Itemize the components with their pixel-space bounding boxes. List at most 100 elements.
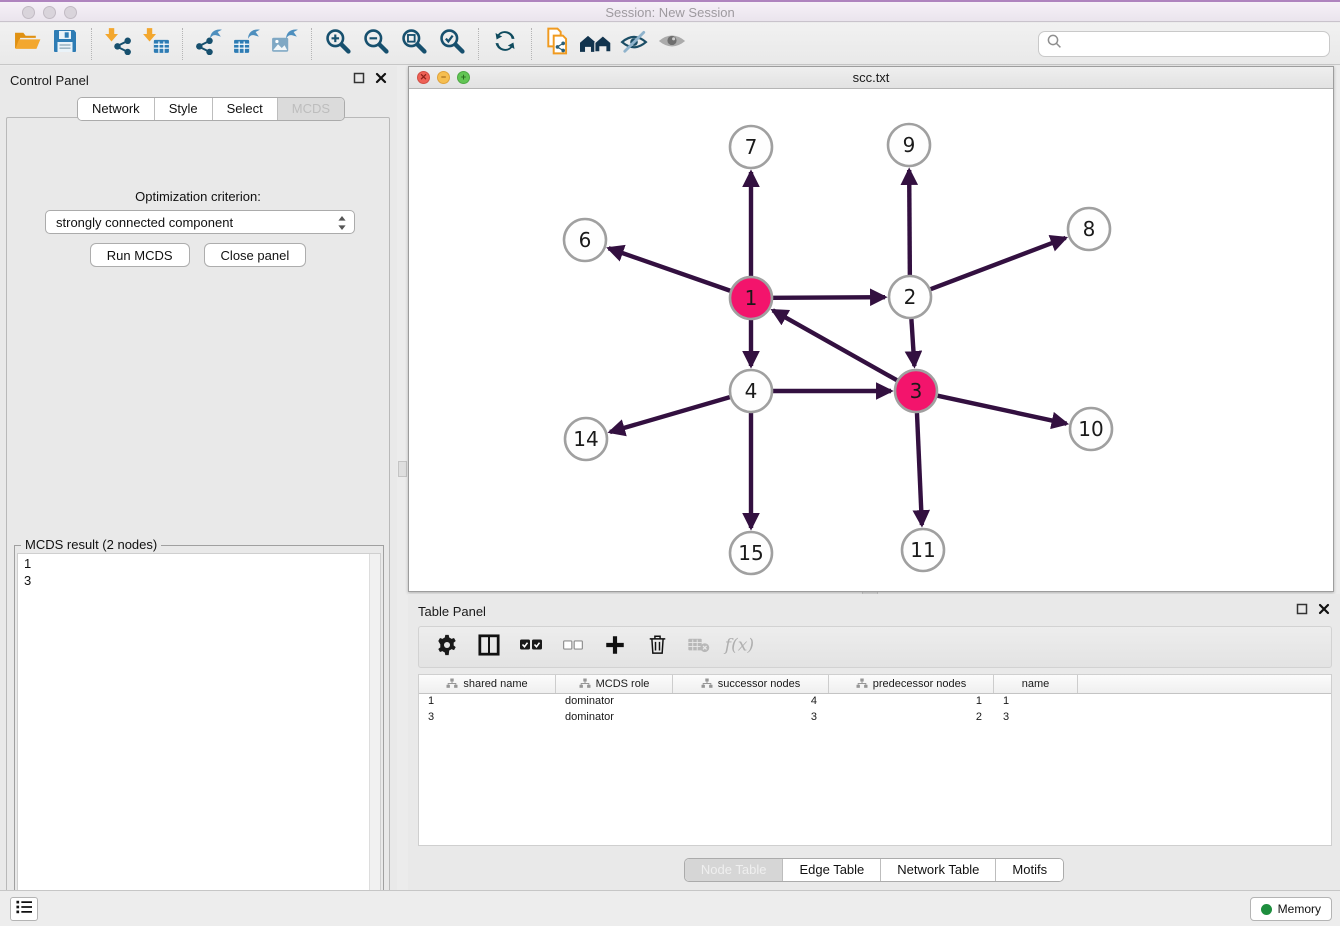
mcds-result-list[interactable]: 13 — [17, 553, 381, 926]
tab-edge-table[interactable]: Edge Table — [783, 859, 881, 881]
column-header-shared-name[interactable]: shared name — [419, 675, 556, 693]
float-panel-icon[interactable] — [353, 71, 365, 89]
graph-node-14[interactable]: 14 — [565, 418, 607, 460]
columns-button[interactable] — [475, 632, 503, 662]
graph-edge-4-14[interactable] — [610, 397, 730, 432]
import-network-button[interactable] — [99, 27, 137, 61]
graph-node-15[interactable]: 15 — [730, 532, 772, 574]
run-mcds-button[interactable]: Run MCDS — [90, 243, 190, 267]
control-panel: Control Panel NetworkStyleSelectMCDS Opt… — [0, 66, 397, 890]
table-cell[interactable]: dominator — [556, 710, 673, 726]
zoom-fit-button[interactable] — [395, 27, 433, 61]
save-session-button[interactable] — [46, 27, 84, 61]
zoom-fit-icon — [400, 27, 428, 60]
search-field[interactable] — [1038, 31, 1330, 57]
graph-node-label: 3 — [910, 379, 923, 403]
graph-edge-1-2[interactable] — [773, 297, 885, 298]
hide-graphics-icon — [619, 28, 649, 59]
add-row-button[interactable] — [601, 632, 629, 662]
tab-mcds[interactable]: MCDS — [278, 98, 344, 120]
result-scrollbar[interactable] — [369, 554, 380, 925]
hide-graphics-button[interactable] — [615, 27, 653, 61]
graph-node-2[interactable]: 2 — [889, 276, 931, 318]
zoom-selected-button[interactable] — [433, 27, 471, 61]
table-cell[interactable]: 4 — [673, 694, 829, 710]
table-cell[interactable]: 1 — [994, 694, 1078, 710]
table-row[interactable]: 1dominator411 — [419, 694, 1331, 710]
close-panel-icon[interactable] — [375, 71, 387, 89]
open-folder-button[interactable] — [8, 27, 46, 61]
criterion-dropdown[interactable]: strongly connected component — [45, 210, 355, 234]
copy-share-button[interactable] — [539, 27, 577, 61]
column-header-name[interactable]: name — [994, 675, 1078, 693]
graph-node-9[interactable]: 9 — [888, 124, 930, 166]
column-header-MCDS-role[interactable]: MCDS role — [556, 675, 673, 693]
table-cell[interactable]: 3 — [673, 710, 829, 726]
graph-edge-3-1[interactable] — [773, 310, 897, 380]
graph-edge-2-8[interactable] — [931, 238, 1066, 289]
export-network-icon — [195, 27, 223, 60]
graph-edge-2-9[interactable] — [909, 170, 910, 275]
export-table-button[interactable] — [228, 27, 266, 61]
graph-node-label: 4 — [745, 379, 758, 403]
graph-node-6[interactable]: 6 — [564, 219, 606, 261]
select-all-button[interactable] — [517, 632, 545, 662]
tab-select[interactable]: Select — [213, 98, 278, 120]
zoom-in-button[interactable] — [319, 27, 357, 61]
network-window-titlebar[interactable]: ✕ − + scc.txt — [409, 67, 1333, 89]
graph-node-3[interactable]: 3 — [895, 370, 937, 412]
close-panel-button[interactable]: Close panel — [204, 243, 307, 267]
table-row[interactable]: 3dominator323 — [419, 710, 1331, 726]
table-cell[interactable]: 1 — [419, 694, 556, 710]
graph-node-8[interactable]: 8 — [1068, 208, 1110, 250]
zoom-out-button[interactable] — [357, 27, 395, 61]
import-table-button[interactable] — [137, 27, 175, 61]
zoom-selected-icon — [438, 27, 466, 60]
export-network-button[interactable] — [190, 27, 228, 61]
graph-node-label: 14 — [573, 427, 598, 451]
delete-row-button[interactable] — [643, 632, 671, 662]
graph-edge-3-11[interactable] — [917, 413, 922, 525]
table-cell[interactable]: 1 — [829, 694, 994, 710]
deselect-all-button[interactable] — [559, 632, 587, 662]
float-table-panel-icon[interactable] — [1296, 602, 1308, 620]
control-panel-tabs: NetworkStyleSelectMCDS — [77, 97, 345, 121]
window-titlebar: Session: New Session — [0, 0, 1340, 22]
gear-button[interactable] — [433, 632, 461, 662]
show-graphics-button[interactable] — [653, 27, 691, 61]
search-input[interactable] — [1063, 34, 1329, 54]
network-canvas[interactable]: 7 9 6 8 1 2 4 3 14 10 15 11 — [409, 89, 1333, 592]
graph-edge-1-6[interactable] — [609, 248, 731, 290]
tab-network[interactable]: Network — [78, 98, 155, 120]
vertical-splitter-handle[interactable] — [398, 461, 407, 477]
tab-style[interactable]: Style — [155, 98, 213, 120]
task-history-button[interactable] — [10, 897, 38, 921]
graph-node-7[interactable]: 7 — [730, 126, 772, 168]
graph-edge-3-10[interactable] — [937, 396, 1066, 424]
graph-node-1[interactable]: 1 — [730, 277, 772, 319]
memory-button[interactable]: Memory — [1250, 897, 1332, 921]
export-image-icon — [270, 27, 300, 60]
namespace-tree-icon — [579, 678, 591, 692]
memory-status-dot — [1261, 904, 1272, 915]
graph-edge-2-3[interactable] — [911, 319, 914, 366]
graph-node-10[interactable]: 10 — [1070, 408, 1112, 450]
tab-motifs[interactable]: Motifs — [996, 859, 1063, 881]
table-cell[interactable]: 3 — [994, 710, 1078, 726]
export-image-button[interactable] — [266, 27, 304, 61]
mcds-result-item[interactable]: 1 — [24, 555, 380, 572]
graph-node-11[interactable]: 11 — [902, 529, 944, 571]
tab-node-table[interactable]: Node Table — [685, 859, 784, 881]
tab-network-table[interactable]: Network Table — [881, 859, 996, 881]
home-layout-button[interactable] — [577, 27, 615, 61]
table-cell[interactable]: dominator — [556, 694, 673, 710]
close-table-panel-icon[interactable] — [1318, 602, 1330, 620]
column-header-predecessor-nodes[interactable]: predecessor nodes — [829, 675, 994, 693]
mcds-result-item[interactable]: 3 — [24, 572, 380, 589]
refresh-view-button[interactable] — [486, 27, 524, 61]
graph-node-4[interactable]: 4 — [730, 370, 772, 412]
table-cell[interactable]: 2 — [829, 710, 994, 726]
table-cell[interactable]: 3 — [419, 710, 556, 726]
show-graphics-icon — [657, 29, 687, 58]
column-header-successor-nodes[interactable]: successor nodes — [673, 675, 829, 693]
